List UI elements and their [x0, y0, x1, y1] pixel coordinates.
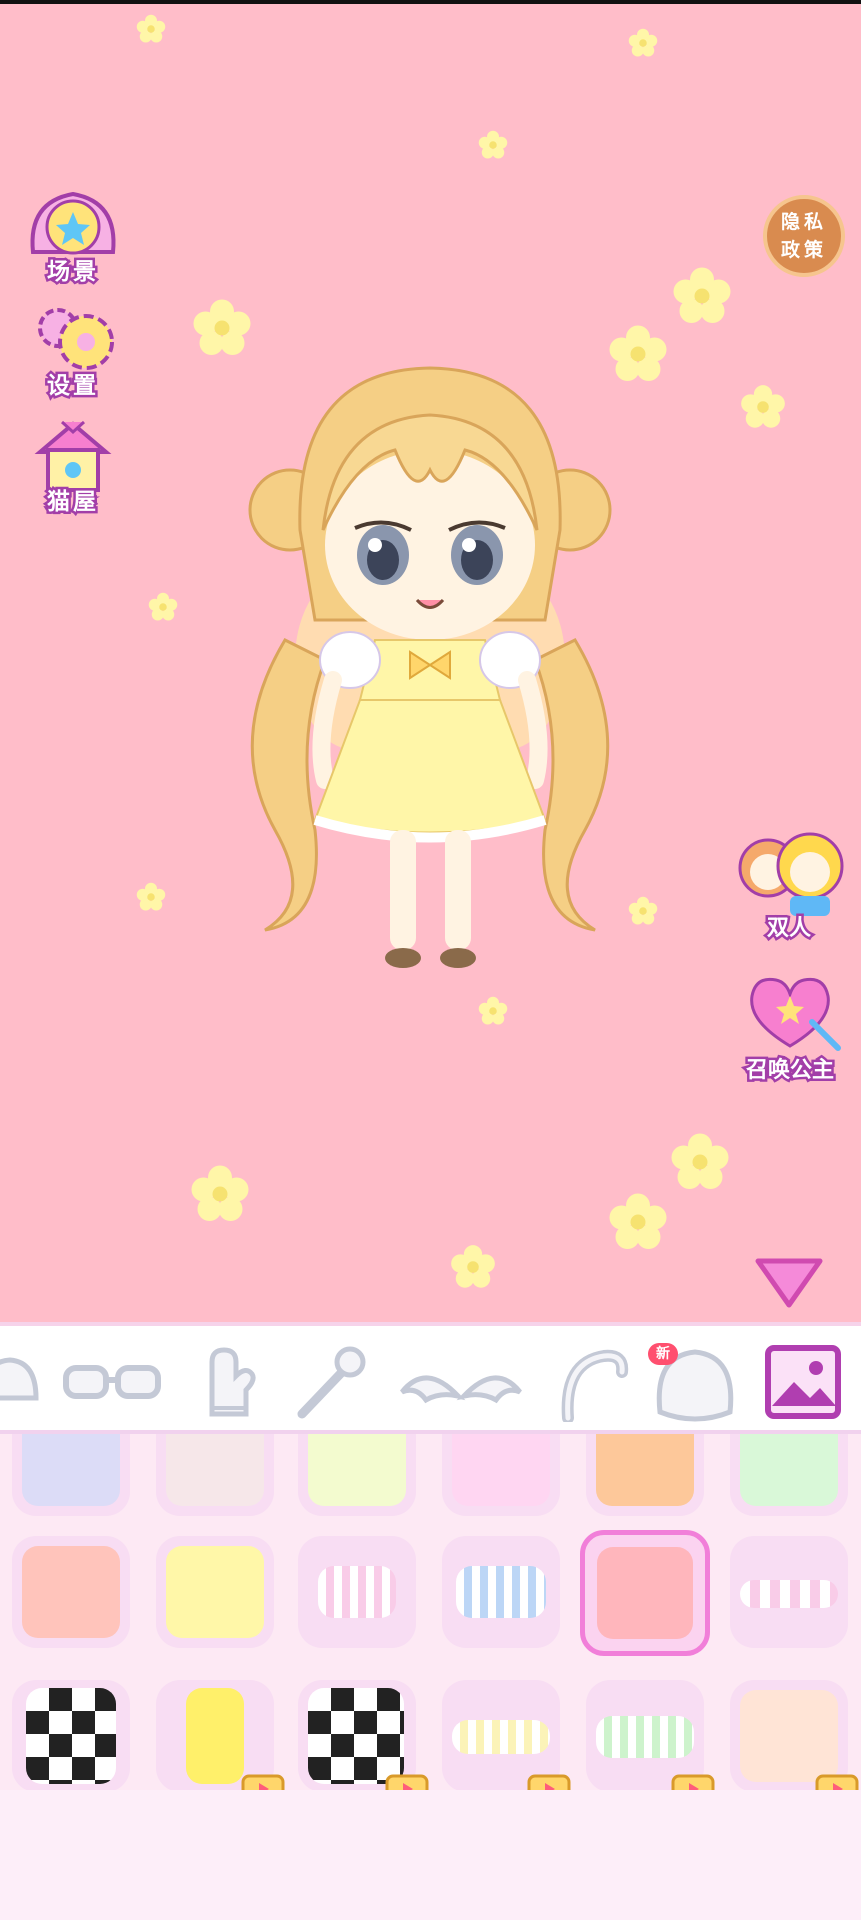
tool-background[interactable] — [764, 1342, 842, 1422]
chibi-character — [248, 366, 612, 968]
flower-decoration — [136, 14, 166, 43]
cat-house-label: 猫屋 — [45, 487, 99, 518]
background-tile[interactable] — [586, 1434, 704, 1516]
wings-icon — [400, 1375, 522, 1404]
tool-tail[interactable] — [554, 1342, 634, 1424]
duo-characters-icon — [738, 832, 844, 916]
collapse-panel-icon[interactable] — [752, 1255, 826, 1311]
summon-princess-button[interactable]: 召唤公主 — [728, 966, 852, 1086]
new-badge: 新 — [648, 1343, 678, 1365]
flower-decoration — [451, 1245, 495, 1288]
scene-label: 场景 — [45, 257, 99, 288]
tool-wand[interactable] — [290, 1342, 370, 1422]
background-tile-selected[interactable] — [580, 1530, 710, 1656]
status-bar-edge — [0, 0, 861, 4]
wand-icon — [297, 1346, 366, 1419]
duo-mode-label: 双人 — [764, 914, 813, 944]
flower-decoration — [628, 28, 658, 57]
glasses-icon — [63, 1365, 161, 1399]
panel-bottom-area — [0, 1790, 861, 1920]
flower-decoration — [191, 1165, 249, 1221]
flower-decoration — [609, 1193, 667, 1249]
flower-decoration — [671, 1133, 729, 1189]
flower-decoration — [673, 267, 731, 323]
background-tile[interactable] — [156, 1536, 274, 1648]
summon-princess-label: 召唤公主 — [743, 1056, 836, 1086]
duo-mode-button[interactable]: 双人 — [730, 830, 848, 944]
background-tile[interactable] — [12, 1434, 130, 1516]
flower-decoration — [148, 592, 178, 621]
background-tile[interactable] — [156, 1434, 274, 1516]
background-tile[interactable] — [442, 1536, 560, 1648]
flower-decoration — [478, 130, 508, 159]
settings-label: 设置 — [45, 371, 99, 402]
background-icon — [765, 1345, 841, 1419]
background-tile[interactable] — [442, 1434, 560, 1516]
flower-decoration — [136, 882, 166, 911]
privacy-policy-button[interactable]: 隐私政策 — [763, 195, 845, 277]
tool-glove[interactable] — [190, 1342, 270, 1422]
background-tile[interactable] — [730, 1434, 848, 1516]
privacy-policy-label: 隐私政策 — [780, 211, 827, 261]
glove-icon — [209, 1347, 256, 1417]
flower-decoration — [193, 299, 251, 355]
tail-icon — [561, 1349, 629, 1424]
scene-button[interactable]: 场景 — [18, 182, 128, 288]
tool-wings[interactable] — [396, 1342, 526, 1422]
heart-wand-icon — [750, 977, 841, 1051]
hat-icon — [0, 1357, 39, 1401]
cat-house-button[interactable]: 猫屋 — [18, 412, 128, 518]
background-tile[interactable] — [12, 1536, 130, 1648]
flower-decoration — [741, 385, 785, 428]
tool-hat[interactable] — [0, 1342, 50, 1422]
dressup-stage: 场景 设置 猫屋 隐私政策 双人 召唤公主 — [0, 0, 861, 1322]
tool-glasses[interactable] — [60, 1342, 164, 1422]
background-tile[interactable] — [298, 1434, 416, 1516]
background-tile[interactable] — [298, 1536, 416, 1648]
background-tile[interactable] — [12, 1680, 130, 1792]
settings-button[interactable]: 设置 — [18, 296, 128, 402]
background-tile[interactable] — [730, 1536, 848, 1648]
category-toolbar — [0, 1322, 861, 1434]
